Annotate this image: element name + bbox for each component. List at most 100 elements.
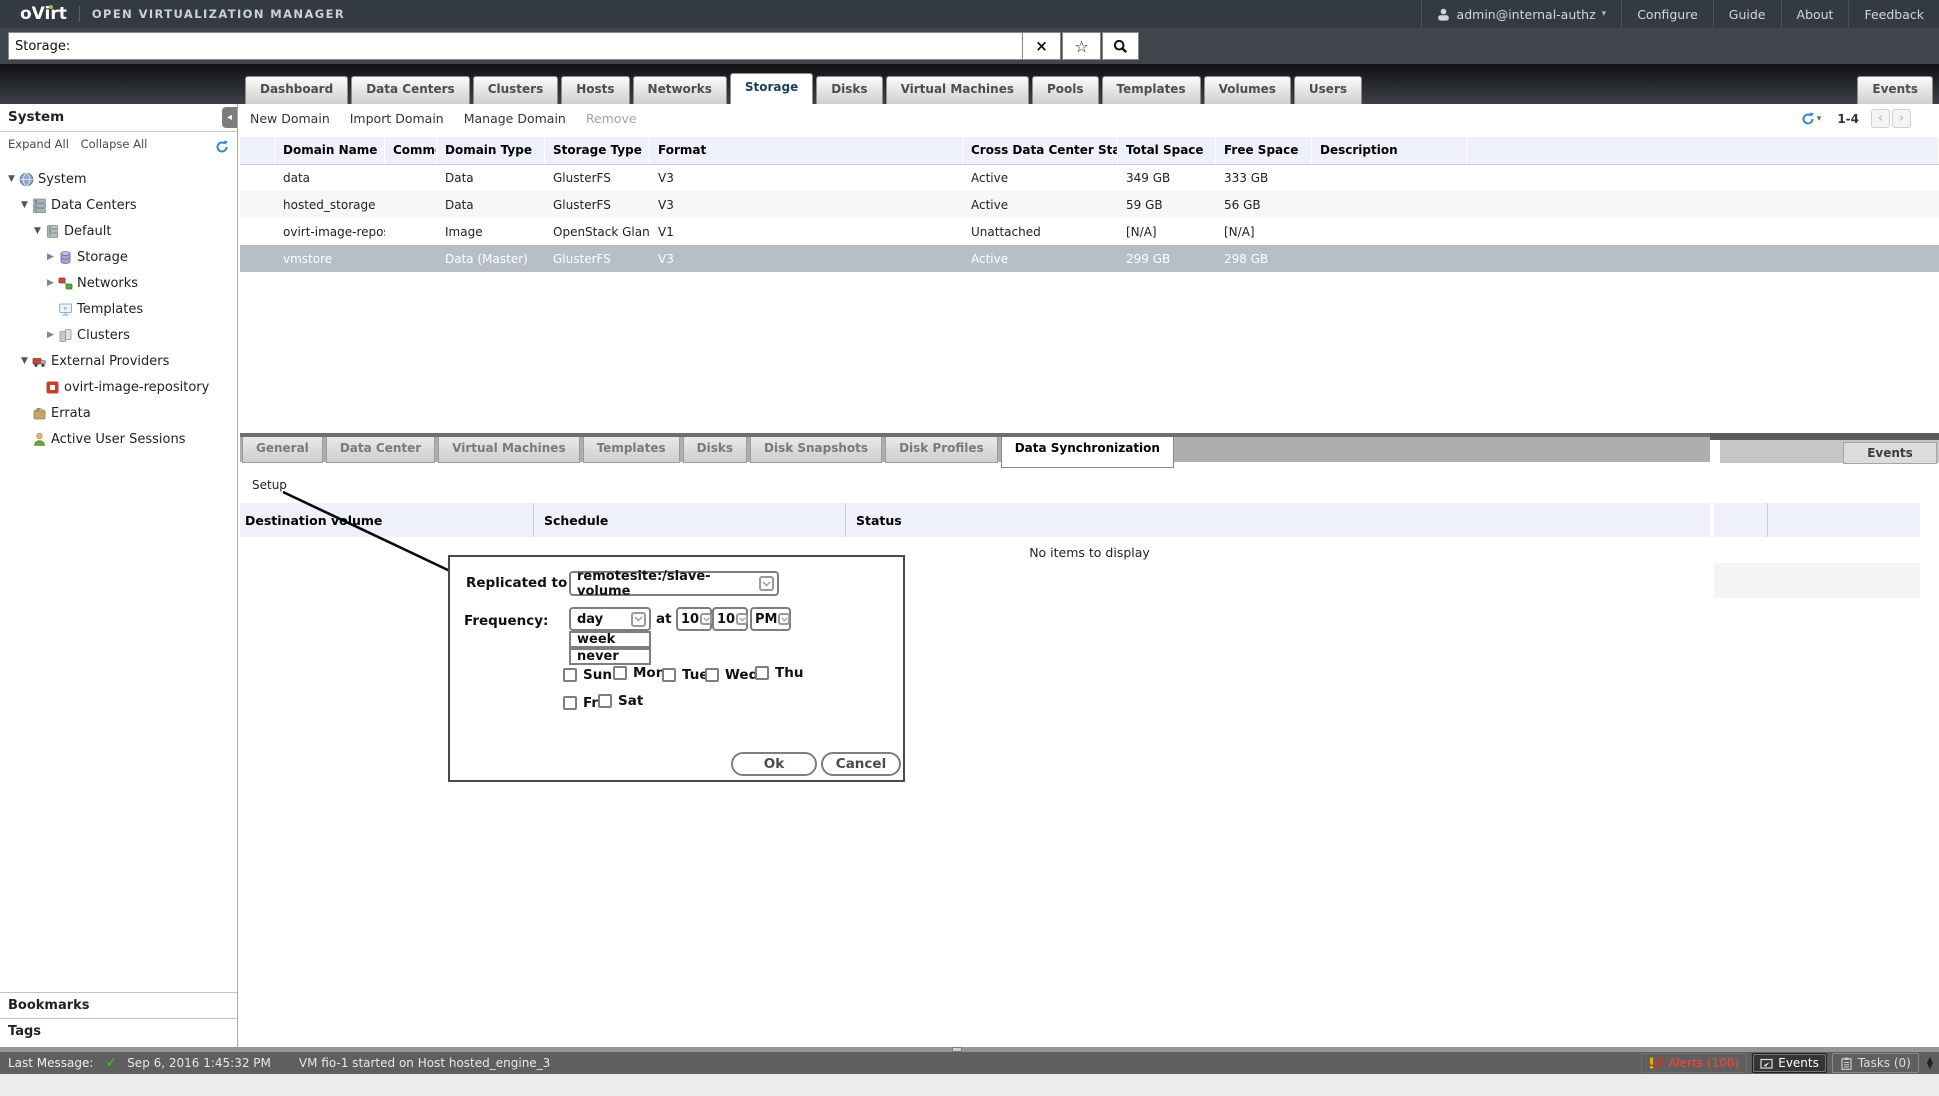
- col-destination-volume[interactable]: Destination volume: [240, 503, 533, 537]
- grid-refresh-button[interactable]: [1801, 112, 1815, 126]
- tree-item-ovirt-image-repository[interactable]: ovirt-image-repository: [0, 374, 237, 400]
- day-checkbox-fri[interactable]: Fri: [563, 695, 603, 711]
- tree-item-external-providers[interactable]: ▼ External Providers: [0, 348, 237, 374]
- tree-item-storage[interactable]: ▶ Storage: [0, 244, 237, 270]
- tab-volumes[interactable]: Volumes: [1204, 76, 1291, 104]
- user-menu[interactable]: admin@internal-authz ▾: [1421, 0, 1622, 28]
- tree-item-default[interactable]: ▼ Default: [0, 218, 237, 244]
- day-checkbox-thu[interactable]: Thu: [755, 665, 803, 681]
- tab-clusters[interactable]: Clusters: [473, 76, 559, 104]
- tree-item-clusters[interactable]: ▶ Clusters: [0, 322, 237, 348]
- collapse-all-link[interactable]: Collapse All: [81, 137, 148, 151]
- col-format[interactable]: Format: [650, 137, 963, 164]
- day-checkbox-wed[interactable]: Wed: [705, 667, 758, 683]
- col-total-space[interactable]: Total Space: [1118, 137, 1216, 164]
- tab-hosts[interactable]: Hosts: [561, 76, 629, 104]
- bookmarks-section-header[interactable]: Bookmarks: [0, 992, 237, 1018]
- replicated-to-select[interactable]: remotesite:/slave-volume: [569, 571, 779, 596]
- search-bookmark-button[interactable]: ☆: [1062, 32, 1101, 60]
- col-storage-type[interactable]: Storage Type: [545, 137, 650, 164]
- detail-tab-disk-snapshots[interactable]: Disk Snapshots: [750, 437, 882, 463]
- menu-about[interactable]: About: [1781, 0, 1849, 28]
- checkbox-icon[interactable]: [662, 668, 676, 682]
- detail-tab-disk-profiles[interactable]: Disk Profiles: [885, 437, 998, 463]
- menu-configure[interactable]: Configure: [1621, 0, 1713, 28]
- import-domain-button[interactable]: Import Domain: [350, 111, 444, 126]
- checkbox-icon[interactable]: [613, 666, 627, 680]
- tasks-button[interactable]: Tasks (0): [1832, 1053, 1919, 1073]
- spin-down-icon[interactable]: ▼: [1927, 1063, 1933, 1069]
- search-input[interactable]: [8, 32, 1028, 60]
- manage-domain-button[interactable]: Manage Domain: [464, 111, 566, 126]
- day-checkbox-tue[interactable]: Tue: [662, 667, 709, 683]
- col-domain-name[interactable]: Domain Name: [275, 137, 385, 164]
- detail-tab-disks[interactable]: Disks: [683, 437, 747, 463]
- tab-events[interactable]: Events: [1857, 76, 1933, 104]
- tab-data-centers[interactable]: Data Centers: [351, 76, 470, 104]
- tree-item-active-user-sessions[interactable]: Active User Sessions: [0, 426, 237, 452]
- tab-virtual-machines[interactable]: Virtual Machines: [886, 76, 1029, 104]
- tree-refresh-button[interactable]: [215, 140, 229, 157]
- col-schedule[interactable]: Schedule: [533, 503, 845, 537]
- table-row-ovirt-image-repository[interactable]: ovirt-image-repository Image OpenStack G…: [240, 218, 1939, 245]
- sidebar-collapse-button[interactable]: ◂: [222, 107, 237, 128]
- day-checkbox-sun[interactable]: Sun: [563, 667, 612, 683]
- tab-networks[interactable]: Networks: [633, 76, 727, 104]
- col-description[interactable]: Description: [1312, 137, 1467, 164]
- col-cross-status[interactable]: Cross Data Center Status: [963, 137, 1118, 164]
- col-status[interactable]: [240, 137, 275, 164]
- setup-button[interactable]: Setup: [252, 478, 287, 492]
- menu-feedback[interactable]: Feedback: [1848, 0, 1939, 28]
- collapsed-arrow-icon[interactable]: ▶: [44, 278, 57, 288]
- search-clear-button[interactable]: ×: [1022, 32, 1061, 60]
- refresh-options-caret-icon[interactable]: ▾: [1817, 114, 1822, 124]
- detail-tab-data-synchronization[interactable]: Data Synchronization: [1001, 437, 1174, 468]
- col-domain-type[interactable]: Domain Type: [437, 137, 545, 164]
- checkbox-icon[interactable]: [563, 696, 577, 710]
- detail-tab-events[interactable]: Events: [1843, 442, 1937, 464]
- collapsed-arrow-icon[interactable]: ▶: [44, 330, 57, 340]
- detail-tab-data-center[interactable]: Data Center: [326, 437, 435, 463]
- checkbox-icon[interactable]: [705, 668, 719, 682]
- next-page-button[interactable]: ›: [1892, 109, 1911, 128]
- alerts-button[interactable]: Alerts (100): [1641, 1053, 1747, 1073]
- tab-templates[interactable]: Templates: [1102, 76, 1201, 104]
- tab-disks[interactable]: Disks: [816, 76, 882, 104]
- expanded-arrow-icon[interactable]: ▼: [18, 356, 31, 366]
- frequency-option-week[interactable]: week: [569, 631, 651, 648]
- menu-guide[interactable]: Guide: [1713, 0, 1781, 28]
- tree-item-data-centers[interactable]: ▼ Data Centers: [0, 192, 237, 218]
- tab-pools[interactable]: Pools: [1032, 76, 1099, 104]
- tags-section-header[interactable]: Tags: [0, 1018, 237, 1044]
- detail-tab-general[interactable]: General: [242, 437, 323, 463]
- tab-users[interactable]: Users: [1294, 76, 1362, 104]
- tree-item-templates[interactable]: Templates: [0, 296, 237, 322]
- detail-tab-templates[interactable]: Templates: [583, 437, 680, 463]
- table-row-vmstore-selected[interactable]: vmstore Data (Master) GlusterFS V3 Activ…: [240, 245, 1939, 272]
- cancel-button[interactable]: Cancel: [821, 752, 901, 776]
- frequency-option-never[interactable]: never: [569, 648, 651, 665]
- col-sync-status[interactable]: Status: [845, 503, 1710, 537]
- checkbox-icon[interactable]: [755, 666, 769, 680]
- meridiem-select[interactable]: PM: [750, 607, 791, 631]
- search-submit-button[interactable]: [1102, 32, 1139, 60]
- day-checkbox-mon[interactable]: Mon: [613, 665, 665, 681]
- ok-button[interactable]: Ok: [731, 752, 817, 776]
- footer-spinner-control[interactable]: ▲ ▼: [1927, 1057, 1933, 1069]
- tree-item-errata[interactable]: Errata: [0, 400, 237, 426]
- expanded-arrow-icon[interactable]: ▼: [31, 226, 44, 236]
- checkbox-icon[interactable]: [598, 694, 612, 708]
- col-free-space[interactable]: Free Space: [1216, 137, 1312, 164]
- expand-all-link[interactable]: Expand All: [8, 137, 69, 151]
- minute-select[interactable]: 10: [712, 607, 748, 631]
- detail-tab-virtual-machines[interactable]: Virtual Machines: [438, 437, 579, 463]
- prev-page-button[interactable]: ‹: [1871, 109, 1890, 128]
- new-domain-button[interactable]: New Domain: [250, 111, 330, 126]
- expanded-arrow-icon[interactable]: ▼: [5, 174, 18, 184]
- checkbox-icon[interactable]: [563, 668, 577, 682]
- table-row-hosted-storage[interactable]: hosted_storage Data GlusterFS V3 Active …: [240, 191, 1939, 218]
- tab-storage[interactable]: Storage: [730, 73, 813, 104]
- frequency-select[interactable]: day: [569, 607, 651, 631]
- tab-dashboard[interactable]: Dashboard: [245, 76, 348, 104]
- day-checkbox-sat[interactable]: Sat: [598, 693, 643, 709]
